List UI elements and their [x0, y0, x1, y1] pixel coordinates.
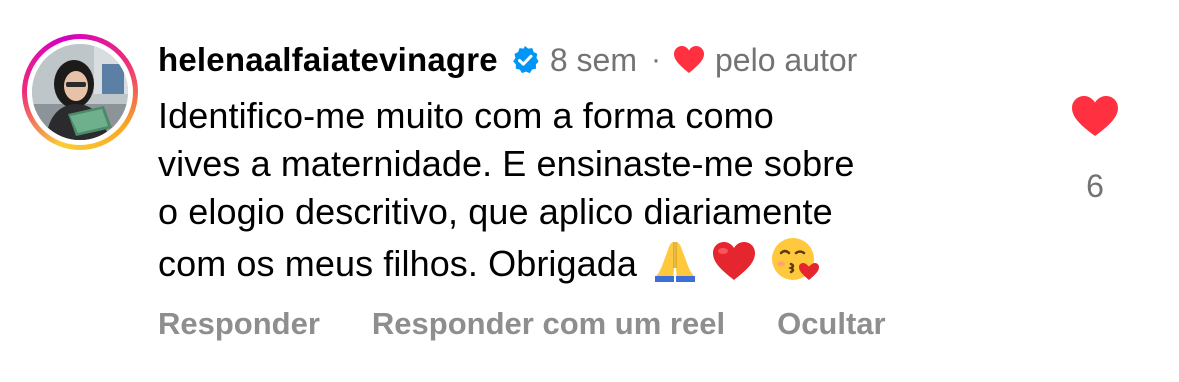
separator-dot: ·	[651, 43, 661, 76]
comment-body: Identifico-me muito com a forma como viv…	[158, 92, 1038, 294]
comment-body-line: Identifico-me muito com a forma como	[158, 95, 774, 136]
reply-with-reel-button[interactable]: Responder com um reel	[372, 306, 725, 342]
like-count: 6	[1086, 168, 1104, 204]
face-blowing-kiss-emoji-icon	[771, 236, 820, 294]
avatar-photo	[32, 44, 128, 140]
comment-body-last-line: com os meus filhos. Obrigada	[158, 236, 1038, 294]
reply-button[interactable]: Responder	[158, 306, 320, 342]
avatar-portrait-image	[32, 44, 128, 140]
liked-by-author-label: pelo autor	[715, 41, 858, 78]
liked-by-author-heart-icon	[673, 45, 705, 75]
comment-header: helenaalfaiatevinagre 8 sem · pelo autor	[158, 38, 857, 82]
red-heart-emoji-icon	[711, 240, 757, 294]
timestamp: 8 sem	[549, 41, 637, 78]
comment-body-line: o elogio descritivo, que aplico diariame…	[158, 191, 833, 232]
avatar[interactable]	[22, 34, 138, 150]
comment-body-line: vives a maternidade. E ensinaste-me sobr…	[158, 143, 855, 184]
username-link[interactable]: helenaalfaiatevinagre	[158, 41, 498, 79]
comment: helenaalfaiatevinagre 8 sem · pelo autor…	[0, 0, 1179, 382]
hide-button[interactable]: Ocultar	[777, 306, 886, 342]
verified-badge-icon	[510, 45, 540, 75]
like-heart-icon[interactable]	[1070, 94, 1120, 138]
comment-actions: Responder Responder com um reel Ocultar	[158, 306, 938, 342]
avatar-ring-gap	[27, 39, 133, 145]
comment-body-line: com os meus filhos. Obrigada	[158, 243, 638, 284]
folded-hands-emoji-icon	[653, 238, 697, 294]
